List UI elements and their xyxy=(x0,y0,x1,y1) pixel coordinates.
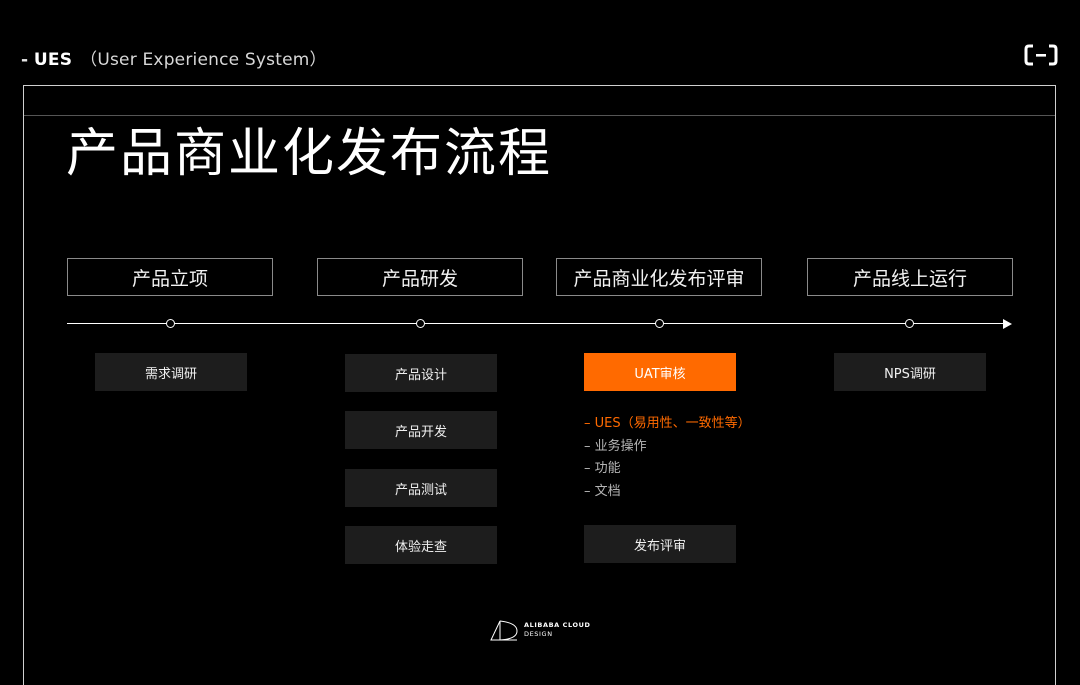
alibaba-cloud-design-logo: ALIBABA CLOUD DESIGN xyxy=(489,619,591,641)
timeline-line xyxy=(67,323,1007,324)
stage-label: 产品商业化发布评审 xyxy=(573,267,745,290)
task-product-testing: 产品测试 xyxy=(345,469,497,507)
stage-label: 产品线上运行 xyxy=(852,267,967,290)
uat-note-item: – UES（易用性、一致性等） xyxy=(584,416,751,431)
task-uat-review: UAT审核 xyxy=(584,353,736,391)
timeline-node xyxy=(905,319,914,328)
alibaba-cloud-logo-icon xyxy=(1024,44,1058,66)
design-mark-icon xyxy=(490,620,518,641)
timeline-arrow-icon xyxy=(1003,319,1012,329)
uat-note-item: – 功能 xyxy=(584,461,621,476)
uat-notes-list: – UES（易用性、一致性等） – 业务操作 – 功能 – 文档 xyxy=(584,413,751,503)
task-label: NPS调研 xyxy=(884,366,936,382)
header-brand: UES xyxy=(33,50,73,70)
task-label: 产品开发 xyxy=(394,424,447,440)
task-label: UAT审核 xyxy=(634,366,686,382)
task-product-development: 产品开发 xyxy=(345,411,497,449)
stage-label: 产品研发 xyxy=(381,267,458,290)
timeline-node xyxy=(655,319,664,328)
task-label: 需求调研 xyxy=(144,366,197,382)
task-nps-survey: NPS调研 xyxy=(834,353,986,391)
stage-box-release-review: 产品商业化发布评审 xyxy=(556,258,762,296)
footer-line-2: DESIGN xyxy=(524,630,553,638)
timeline-node xyxy=(166,319,175,328)
task-label: 产品测试 xyxy=(394,482,447,498)
task-label: 发布评审 xyxy=(633,538,686,554)
stage-box-development: 产品研发 xyxy=(317,258,523,296)
page-title: 产品商业化发布流程 xyxy=(66,124,553,184)
timeline-node xyxy=(416,319,425,328)
task-release-review: 发布评审 xyxy=(584,525,736,563)
task-requirement-research: 需求调研 xyxy=(95,353,247,391)
stage-box-initiation: 产品立项 xyxy=(67,258,273,296)
header-title: - UES （User Experience System） xyxy=(21,45,327,70)
uat-note-item: – 业务操作 xyxy=(584,438,647,454)
header-dash: - xyxy=(21,50,29,70)
uat-note-item: – 文档 xyxy=(584,483,621,499)
task-label: 产品设计 xyxy=(394,367,447,383)
task-experience-walkthrough: 体验走查 xyxy=(345,526,497,564)
footer-line-1: ALIBABA CLOUD xyxy=(524,621,591,629)
stage-box-online-operation: 产品线上运行 xyxy=(807,258,1013,296)
task-product-design: 产品设计 xyxy=(345,354,497,392)
task-label: 体验走查 xyxy=(394,539,447,555)
header-full-name: （User Experience System） xyxy=(80,50,327,70)
stage-label: 产品立项 xyxy=(131,267,208,290)
